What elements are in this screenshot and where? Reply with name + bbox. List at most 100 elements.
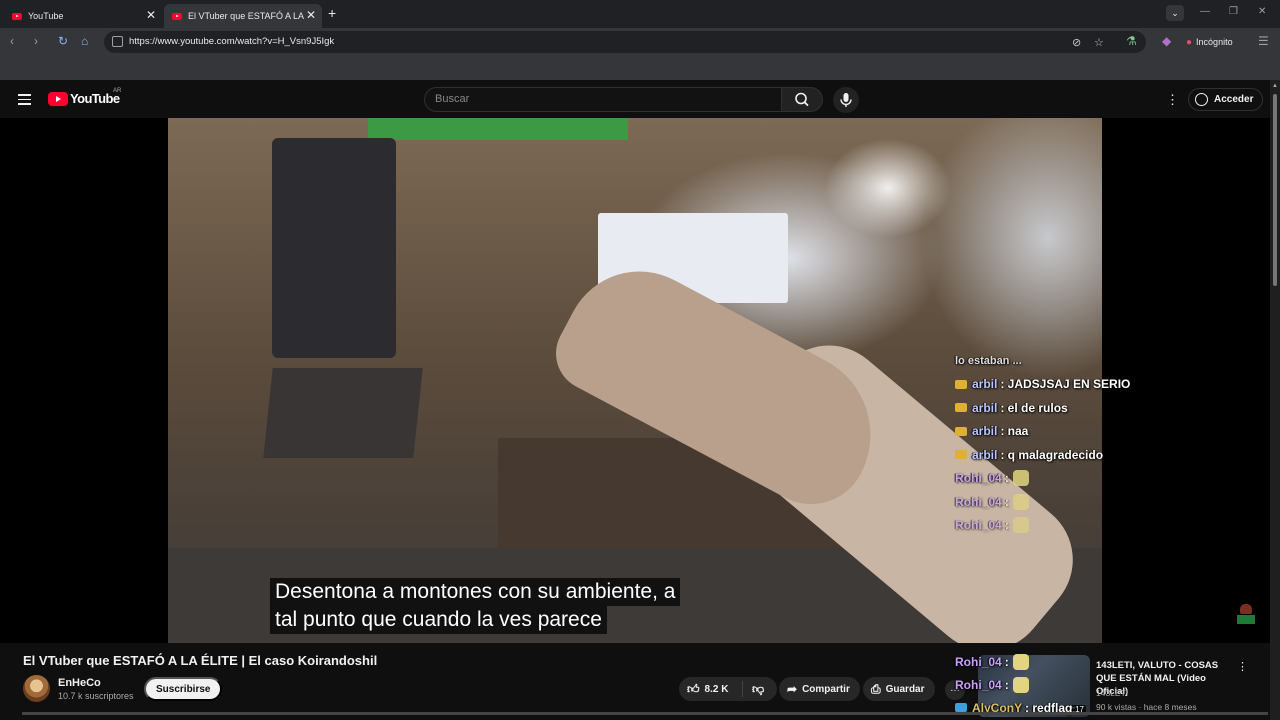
reload-icon[interactable]: ↻ [58,34,68,48]
chat-message: arbil : JADSJSAJ EN SERIO [955,373,1275,397]
share-label: Compartir [802,683,850,695]
background-shape [272,138,396,358]
stream-chat-overlay: lo estaban ... arbil : JADSJSAJ EN SERIO… [955,349,1275,537]
chat-text: : JADSJSAJ EN SERIO [1000,377,1131,392]
signin-label: Acceder [1214,94,1254,105]
chat-text: : [1004,471,1009,486]
address-bar[interactable]: https://www.youtube.com/watch?v=H_Vsn9J5… [104,31,1146,53]
subscriber-count: 10.7 k suscriptores [58,691,134,701]
caption-line: Desentona a montones con su ambiente, a [270,578,681,606]
minimize-icon[interactable]: — [1200,6,1210,17]
captions: Desentona a montones con su ambiente, a … [270,578,681,634]
recommended-meta: 90 k vistas · hace 8 meses [1096,702,1197,712]
recommended-channel[interactable]: 143LETI [1096,688,1128,698]
signin-button[interactable]: Acceder [1188,88,1264,111]
chat-user: arbil [972,447,998,462]
background-shape [263,368,423,458]
emote-icon [1012,517,1029,534]
channel-avatar[interactable] [23,675,50,702]
search-icon [795,92,809,107]
stream-chat-overlay-bottom: Rohi_04 : Rohi_04 : AlyConY : redflag [955,650,1105,719]
chat-user: Rohi_04 [955,677,1002,692]
chat-message: Rohi_04 : [955,490,1275,514]
restore-icon[interactable]: ❐ [1229,6,1238,17]
chat-text: : [1004,677,1009,692]
chat-text: : [1004,494,1009,509]
hamburger-menu-icon[interactable] [18,94,31,108]
crown-badge-icon [955,379,967,389]
close-tab-icon[interactable]: ✕ [146,8,156,22]
video-title: El VTuber que ESTAFÓ A LA ÉLITE | El cas… [23,653,378,668]
pixel-avatar-icon [1236,604,1256,626]
chat-message: Rohi_04 : [955,467,1275,491]
share-button[interactable]: ➦ Compartir [779,677,860,701]
tab-search-chevron-icon[interactable]: ⌄ [1166,5,1184,21]
tab-active-video[interactable]: El VTuber que ESTAFÓ A LA ✕ [164,4,322,28]
dislike-button[interactable]: 👎︎ [743,682,769,697]
chat-text: : [1004,654,1009,669]
browser-menu-icon[interactable]: ☰ [1258,34,1269,48]
url-text: https://www.youtube.com/watch?v=H_Vsn9J5… [129,36,335,47]
save-label: Guardar [885,683,925,695]
chat-message: arbil : naa [955,420,1275,444]
incognito-indicator[interactable]: ● Incógnito [1186,33,1233,51]
like-count: 8.2 K [704,683,729,695]
scrollbar-thumb[interactable] [1273,94,1277,286]
caption-line: tal punto que cuando la ves parece [270,606,607,634]
chat-message: Rohi_04 : [955,514,1275,538]
emote-icon [1012,493,1029,510]
close-tab-icon[interactable]: ✕ [306,8,316,22]
horizontal-scrollbar[interactable] [22,712,1268,715]
bookmarks-bar [0,56,1280,80]
voice-search-button[interactable] [833,87,859,113]
extension-icon[interactable]: ◆ [1162,34,1171,48]
like-dislike-group: 👍︎ 8.2 K 👎︎ [679,677,777,701]
thumbs-down-icon: 👎︎ [752,681,765,696]
chat-user: arbil [972,400,998,415]
account-icon [1195,93,1208,106]
browser-toolbar: ‹ › ↻ ⌂ https://www.youtube.com/watch?v=… [0,28,1280,56]
thumbs-up-icon: 👍︎ [687,681,700,696]
youtube-favicon-icon [12,12,22,20]
chat-text: : el de rulos [1000,400,1068,415]
eye-off-icon[interactable]: ⊘ [1072,36,1081,49]
new-tab-button[interactable]: + [328,5,336,21]
settings-kebab-icon[interactable]: ⋮ [1166,92,1179,108]
close-window-icon[interactable]: ✕ [1258,6,1266,17]
scroll-up-icon[interactable]: ▲ [1272,83,1278,89]
chat-user: arbil [972,424,998,439]
chat-user: Rohi_04 [955,518,1002,533]
crown-badge-icon [955,450,967,460]
incognito-icon: ● [1186,36,1193,48]
country-code: AR [113,88,122,94]
chat-text: : [1004,518,1009,533]
site-info-icon[interactable] [112,36,123,47]
youtube-header: YouTube AR ⋮ Acceder [0,80,1270,118]
back-icon[interactable]: ‹ [10,34,14,48]
like-button[interactable]: 👍︎ 8.2 K [679,681,743,697]
chat-user: arbil [972,377,998,392]
incognito-label: Incógnito [1196,37,1233,47]
emote-icon [1012,676,1029,693]
youtube-play-icon [48,91,68,106]
chat-message: AlyConY : redflag [955,696,1105,719]
chat-message: arbil : el de rulos [955,396,1275,420]
search-input[interactable] [435,93,765,105]
emote-icon [1012,653,1029,670]
bookmark-icon[interactable]: ☆ [1094,36,1104,49]
tab-title: El VTuber que ESTAFÓ A LA [188,11,305,21]
channel-name[interactable]: EnHeCo [58,677,101,689]
subscribe-button[interactable]: Suscribirse [144,677,223,701]
browser-tab-bar: YouTube ✕ El VTuber que ESTAFÓ A LA ✕ + … [0,0,1280,28]
forward-icon[interactable]: › [34,34,38,48]
share-arrow-icon: ➦ [787,682,798,696]
youtube-logo[interactable]: YouTube AR [48,88,122,106]
save-button[interactable]: ⎙ Guardar [863,677,935,701]
tab-youtube[interactable]: YouTube ✕ [4,4,162,28]
search-button[interactable] [781,87,823,112]
lab-flask-icon[interactable]: ⚗ [1126,34,1137,48]
home-icon[interactable]: ⌂ [81,34,88,48]
chat-text: : naa [1000,424,1029,439]
recommended-kebab-icon[interactable]: ⋮ [1237,660,1248,673]
chat-user: Rohi_04 [955,494,1002,509]
